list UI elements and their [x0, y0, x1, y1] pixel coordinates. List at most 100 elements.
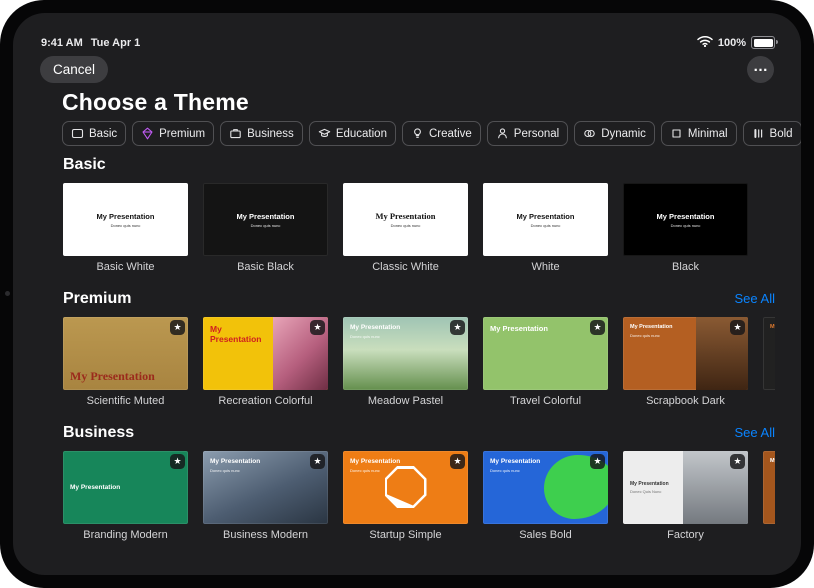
theme-card-startup-simple[interactable]: My PresentationDonec quis nunc★ Startup S… — [343, 451, 468, 541]
theme-card-scientific-muted[interactable]: My Presentation★ Scientific Muted — [63, 317, 188, 407]
category-chip-label: Bold — [770, 128, 793, 140]
theme-name-label: Startup Simple — [343, 529, 468, 541]
personal-icon — [496, 127, 509, 140]
theme-thumbnail: My PresentationDonec quis nunc — [203, 183, 328, 256]
section-header: Basic — [63, 156, 775, 174]
theme-row: My Presentation Donec quis nunc Basic Whit… — [63, 183, 775, 273]
theme-preview-title: My Presentation — [350, 458, 461, 466]
theme-preview-title: My Presentation — [657, 212, 715, 221]
theme-name-label: Branding Modern — [63, 529, 188, 541]
theme-card-recreation-colorful[interactable]: My Presentation ★ Recreation Colorful — [203, 317, 328, 407]
basic-icon — [71, 127, 84, 140]
theme-card-partial[interactable]: My Presentation — [763, 451, 775, 541]
category-chip-label: Minimal — [688, 128, 728, 140]
category-chip-business[interactable]: Business — [220, 121, 303, 146]
bold-icon — [752, 127, 765, 140]
section-title: Business — [63, 424, 134, 442]
premium-star-icon: ★ — [310, 454, 325, 469]
theme-name-label: Basic White — [63, 261, 188, 273]
creative-icon — [411, 127, 424, 140]
category-chip-education[interactable]: Education — [309, 121, 396, 146]
theme-thumbnail: My Presentation ★ — [203, 317, 328, 390]
category-chip-dynamic[interactable]: Dynamic — [574, 121, 655, 146]
theme-preview-title: My Presentation — [630, 481, 741, 487]
category-chip-premium[interactable]: Premium — [132, 121, 214, 146]
category-chip-personal[interactable]: Personal — [487, 121, 568, 146]
section-premium: PremiumSee AllMy Presentation★Scientific… — [13, 290, 801, 407]
theme-name-label: White — [483, 261, 608, 273]
theme-preview-title: My Presentation — [490, 324, 557, 333]
category-chip-bold[interactable]: Bold — [743, 121, 801, 146]
section-basic: BasicMy PresentationDonec quis nuncBasic… — [13, 156, 801, 273]
more-options-button[interactable]: … — [747, 56, 774, 83]
theme-preview-title: My Presentation — [770, 324, 775, 331]
theme-card-meadow-pastel[interactable]: My PresentationDonec quis nunc★Meadow Pa… — [343, 317, 468, 407]
theme-name-label: Recreation Colorful — [203, 395, 328, 407]
theme-card-basic-black[interactable]: My PresentationDonec quis nunc Basic Blac… — [203, 183, 328, 273]
theme-row: My Presentation★Branding ModernMy Presen… — [63, 451, 775, 541]
theme-card-basic-white[interactable]: My Presentation Donec quis nunc Basic Whit… — [63, 183, 188, 273]
theme-preview-title: My Presentation — [210, 458, 321, 466]
theme-name-label: Basic Black — [203, 261, 328, 273]
theme-preview-subtitle: Donec quis nunc — [111, 223, 141, 228]
theme-preview-subtitle: Donec quis nunc — [350, 334, 461, 339]
premium-star-icon: ★ — [170, 454, 185, 469]
category-chip-minimal[interactable]: Minimal — [661, 121, 737, 146]
category-chip-creative[interactable]: Creative — [402, 121, 481, 146]
theme-preview-subtitle: Donec quis nunc — [251, 223, 281, 228]
category-chips: Basic Premium Business Education Creative Per… — [62, 121, 775, 146]
theme-card-travel-colorful[interactable]: My Presentation★ Travel Colorful — [483, 317, 608, 407]
theme-preview-title: My Presentation — [375, 211, 435, 221]
theme-preview-title: My Presentation — [210, 324, 268, 344]
theme-thumbnail: My PresentationDonec quis nunc★ — [623, 317, 748, 390]
theme-thumbnail: My Presentation★ — [483, 317, 608, 390]
theme-card-partial[interactable]: My Presentation — [763, 317, 775, 407]
category-chip-basic[interactable]: Basic — [62, 121, 126, 146]
battery-percent-label: 100% — [718, 37, 746, 49]
see-all-link[interactable]: See All — [735, 291, 775, 306]
cancel-button[interactable]: Cancel — [40, 56, 108, 83]
theme-name-label: Classic White — [343, 261, 468, 273]
premium-star-icon: ★ — [450, 454, 465, 469]
theme-thumbnail: My PresentationDonec quis nunc★ — [343, 451, 468, 524]
theme-card-classic-white[interactable]: My Presentation Donec quis nunc Classic Wh… — [343, 183, 468, 273]
theme-thumbnail: My Presentation Donec quis nunc — [343, 183, 468, 256]
theme-card-white[interactable]: My PresentationDonec quis nunc White — [483, 183, 608, 273]
theme-preview-title: My Presentation — [97, 212, 155, 221]
category-chip-label: Creative — [429, 128, 472, 140]
premium-star-icon: ★ — [590, 454, 605, 469]
see-all-link[interactable]: See All — [735, 425, 775, 440]
theme-thumbnail: My Presentation Donec quis nunc — [63, 183, 188, 256]
theme-thumbnail: My Presentation★ — [63, 317, 188, 390]
theme-thumbnail: My PresentationDonec quis nunc★ — [203, 451, 328, 524]
theme-name-label: Scientific Muted — [63, 395, 188, 407]
theme-thumbnail: My PresentationDonec quis nunc★ — [483, 451, 608, 524]
status-time: 9:41 AM — [41, 37, 83, 49]
section-title: Premium — [63, 290, 131, 308]
theme-card-scrapbook-dark[interactable]: My PresentationDonec quis nunc★ Scrapbook… — [623, 317, 748, 407]
page-title: Choose a Theme — [62, 89, 249, 116]
theme-thumbnail: My PresentationDonec quis nunc — [483, 183, 608, 256]
screen: 9:41 AM Tue Apr 1 100% Cancel … — [13, 13, 801, 575]
premium-star-icon: ★ — [730, 454, 745, 469]
theme-card-sales-bold[interactable]: My PresentationDonec quis nunc★Sales Bol… — [483, 451, 608, 541]
premium-star-icon: ★ — [310, 320, 325, 335]
theme-card-business-modern[interactable]: My PresentationDonec quis nunc★Business … — [203, 451, 328, 541]
theme-card-factory[interactable]: My PresentationDonec Quis Nunc★Factory — [623, 451, 748, 541]
category-chip-label: Premium — [159, 128, 205, 140]
theme-preview-subtitle: Donec quis nunc — [671, 223, 701, 228]
theme-name-label: Travel Colorful — [483, 395, 608, 407]
theme-card-black[interactable]: My PresentationDonec quis nuncBlack — [623, 183, 748, 273]
premium-icon — [141, 127, 154, 140]
theme-preview-title: My Presentation — [770, 458, 775, 465]
theme-name-label: Scrapbook Dark — [623, 395, 748, 407]
theme-card-branding-modern[interactable]: My Presentation★Branding Modern — [63, 451, 188, 541]
category-chip-label: Education — [336, 128, 387, 140]
theme-thumbnail: My Presentation — [763, 317, 775, 390]
section-title: Basic — [63, 156, 106, 174]
premium-star-icon: ★ — [170, 320, 185, 335]
theme-preview-subtitle: Donec quis nunc — [391, 223, 421, 228]
theme-preview-subtitle: Donec Quis Nunc — [630, 489, 741, 494]
category-chip-label: Personal — [514, 128, 559, 140]
theme-preview-title: My Presentation — [490, 458, 601, 466]
